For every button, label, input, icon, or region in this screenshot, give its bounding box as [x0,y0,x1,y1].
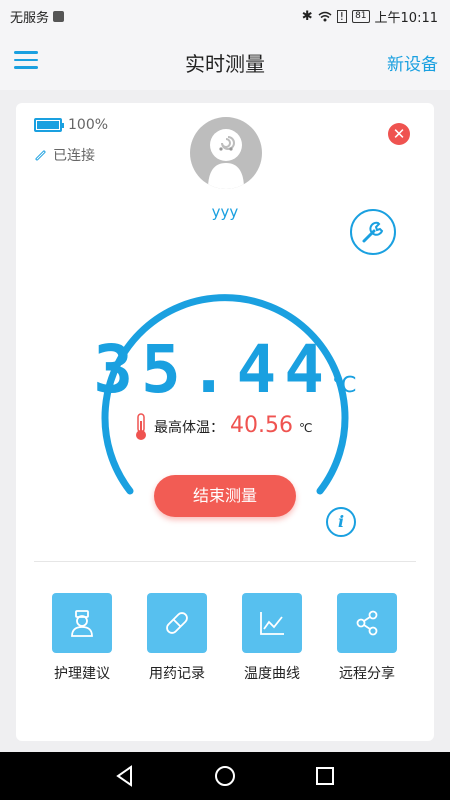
device-battery: 100% [34,117,108,133]
action-remote-share[interactable]: 远程分享 [327,593,407,683]
action-temperature-curve[interactable]: 温度曲线 [232,593,312,683]
notification-icon [53,11,65,22]
action-label: 温度曲线 [244,666,300,682]
current-temp-unit: ℃ [331,373,357,398]
measurement-card: 100% 已连接 ✕ yyy 35.44℃ 最高体温： 40.56 ℃ 结束测量… [16,103,434,741]
connection-text: 已连接 [53,148,95,164]
action-nursing-advice[interactable]: 护理建议 [42,593,122,683]
battery-icon [34,118,64,132]
page-title: 实时测量 [185,52,265,76]
back-icon[interactable] [113,764,137,788]
info-icon[interactable]: i [326,507,356,537]
stop-measurement-button[interactable]: 结束测量 [154,475,296,517]
battery-percent: 100% [68,117,109,133]
alert-icon: ! [336,10,348,23]
bluetooth-icon: ✱ [301,9,313,24]
action-label: 用药记录 [149,666,205,682]
link-icon [35,150,46,160]
pill-icon [166,612,188,634]
thermometer-icon [136,413,146,440]
close-icon[interactable]: ✕ [388,123,410,145]
home-icon[interactable] [213,764,237,788]
max-temp-unit: ℃ [298,421,313,435]
system-nav-bar [0,752,450,800]
chart-icon [260,612,284,635]
status-bar: 无服务 ✱ ! 81 上午10:11 [0,0,450,30]
avatar[interactable] [190,117,262,189]
max-temp-value: 40.56 [230,413,293,438]
carrier-text: 无服务 [10,11,50,26]
recents-icon[interactable] [313,764,337,788]
max-temperature-row: 最高体温： 40.56 ℃ [134,413,312,441]
action-medication-record[interactable]: 用药记录 [137,593,217,683]
wrench-icon[interactable] [350,209,396,255]
divider [34,561,416,562]
current-temp-value: 35.44 [93,331,332,408]
action-label: 远程分享 [339,666,395,682]
clock: 上午10:11 [374,11,438,26]
share-icon [356,610,378,636]
current-temperature: 35.44℃ [16,331,434,408]
wifi-icon [318,11,332,22]
new-device-button[interactable]: 新设备 [387,50,438,75]
max-temp-label: 最高体温： [154,420,224,436]
nurse-icon [71,610,93,637]
battery-level: 81 [352,10,370,23]
connection-status: 已连接 [34,145,95,165]
action-label: 护理建议 [54,666,110,682]
app-header: 实时测量 新设备 [0,30,450,90]
